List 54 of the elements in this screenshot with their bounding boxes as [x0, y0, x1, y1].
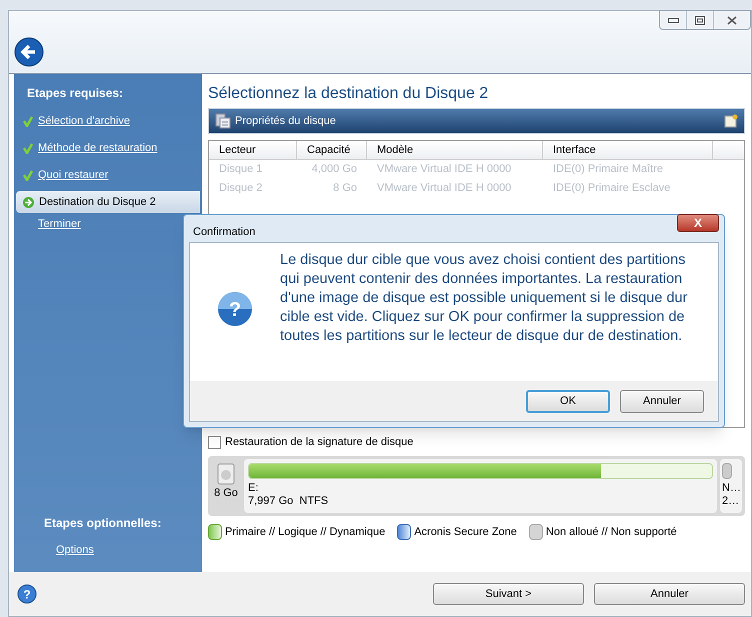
signature-checkbox[interactable]: Restauration de la signature de disque [208, 433, 745, 451]
table-cell-text: 8 Go [332, 181, 358, 196]
cancel-button[interactable]: Annuler [620, 390, 704, 412]
section-heading: Etapes optionnelles: [43, 514, 162, 532]
partition-block[interactable]: E: 7,997 Go NTFS [244, 459, 717, 513]
unallocated-swatch-icon [722, 463, 732, 479]
question-icon: ? [217, 291, 253, 327]
cancel-button[interactable]: Annuler [594, 583, 745, 605]
options-link[interactable]: Options [14, 542, 202, 558]
table-cell-text: 4,000 Go [310, 162, 358, 178]
arrow-icon [23, 196, 34, 208]
dialog-message: Le disque dur cible que vous avez choisi contient des partitions qui peuvent contenir des données importantes. La restauration d'une image de disque est possible uniquement si le disque dur cible est vide. Cliquez sur OK pour confirmer la suppression de toutes les partitions sur le lecteur de disque dur de destination. [280, 251, 688, 346]
unallocated-label: N… [722, 482, 740, 495]
page-title: Sélectionnez la destination du Disque 2 [208, 84, 490, 104]
column-header[interactable]: Modèle [367, 141, 543, 159]
disk-size: 8 Go [214, 486, 238, 501]
legend-label: Acronis Secure Zone [414, 525, 517, 540]
legend-label: Non alloué // Non supporté [546, 525, 677, 540]
dialog-title: Confirmation [192, 225, 256, 240]
column-header[interactable]: Lecteur [209, 141, 297, 159]
step-item[interactable]: Quoi restaurer [16, 164, 200, 186]
table-cell-text: IDE(0) Primaire Esclave [552, 181, 672, 196]
primary-swatch-icon [208, 524, 222, 540]
table-cell-text: VMware Virtual IDE H 0000 [376, 181, 512, 196]
table-cell-text: Disque 2 [218, 181, 264, 196]
unallocated-swatch-icon [528, 524, 543, 540]
close-icon [727, 16, 737, 24]
note-icon[interactable] [724, 114, 738, 128]
column-header[interactable]: Interface [543, 141, 713, 159]
help-icon[interactable]: ? [17, 584, 37, 604]
partition-letter: E: [248, 482, 260, 495]
legend-label: Primaire // Logique // Dynamique [225, 525, 386, 540]
table-cell-text: VMware Virtual IDE H 0000 [376, 162, 512, 178]
panel-title: Propriétés du disque [235, 114, 337, 129]
step-item[interactable]: Méthode de restauration [16, 137, 200, 159]
table-cell-text: Disque 1 [218, 162, 264, 178]
minimize-icon [668, 18, 678, 22]
check-icon [23, 142, 33, 154]
table-cell-text: IDE(0) Primaire Maître [552, 162, 664, 178]
step-item[interactable]: Sélection d'archive [16, 110, 200, 132]
secure-swatch-icon [397, 524, 412, 540]
next-button[interactable]: Suivant > [433, 583, 584, 605]
partition-details: 7,997 Go NTFS [248, 495, 330, 508]
section-heading: Etapes requises: [26, 85, 124, 102]
check-icon [23, 116, 33, 126]
step-item[interactable]: Destination du Disque 2 [16, 191, 200, 213]
column-header[interactable]: Capacité [297, 141, 367, 159]
ok-button[interactable]: OK [526, 390, 610, 412]
close-button[interactable]: X [677, 214, 719, 232]
unallocated-size: 2… [722, 495, 740, 508]
maximize-icon [695, 16, 705, 24]
unallocated-block[interactable]: N… 2… [720, 459, 742, 513]
check-icon [23, 170, 33, 180]
disk-properties-icon [215, 113, 231, 129]
